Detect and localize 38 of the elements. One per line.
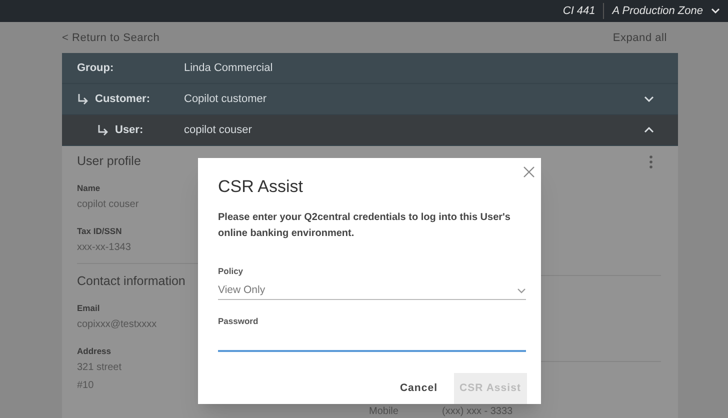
field-value: xxx-xx-1343 [77,241,131,255]
dialog-message: Please enter your Q2central credentials to log into this User's online banking environment. [218,211,512,241]
environment-code: CI 441 [562,2,604,20]
phone-value: (xxx) xxx - 3333 [442,406,513,417]
zone-dropdown[interactable]: A Production Zone [604,2,720,20]
section-title: User profile [77,153,141,169]
child-arrow-icon [97,124,109,136]
chevron-up-icon[interactable] [644,127,654,133]
field-label: Address [77,346,112,357]
child-arrow-icon [77,93,89,105]
dialog-title: CSR Assist [218,176,304,198]
field-label: Email [77,303,100,314]
field-value: copilot couser [77,198,139,212]
chevron-down-icon [517,288,526,294]
chevron-down-icon [711,8,720,14]
field-label: Tax ID/SSN [77,226,122,237]
row-value: Copilot customer [184,92,268,107]
chevron-down-icon[interactable] [644,96,654,102]
field-value: copixxx@testxxxx [77,318,157,332]
hierarchy-row[interactable]: Customer: Copilot customer [62,84,678,115]
field-value: #10 [77,379,94,393]
policy-label: Policy [218,265,244,278]
cancel-button[interactable]: Cancel [398,380,440,396]
policy-dropdown[interactable]: View Only [218,282,526,300]
row-label: Group: [77,60,114,76]
hierarchy-row[interactable]: User: copilot couser [62,115,678,146]
more-options-icon[interactable] [649,155,653,169]
row-label: Customer: [95,92,150,107]
row-value: copilot couser [184,122,253,138]
section-title: Contact information [77,273,186,289]
field-label: Name [77,183,100,194]
password-label: Password [218,315,258,328]
row-value: Linda Commercial [184,60,274,76]
field-value: 321 street [77,361,122,375]
row-label: User: [115,122,144,138]
hierarchy-row[interactable]: Group: Linda Commercial [62,53,678,84]
close-icon[interactable] [523,166,535,178]
phone-label: Mobile [369,406,400,417]
